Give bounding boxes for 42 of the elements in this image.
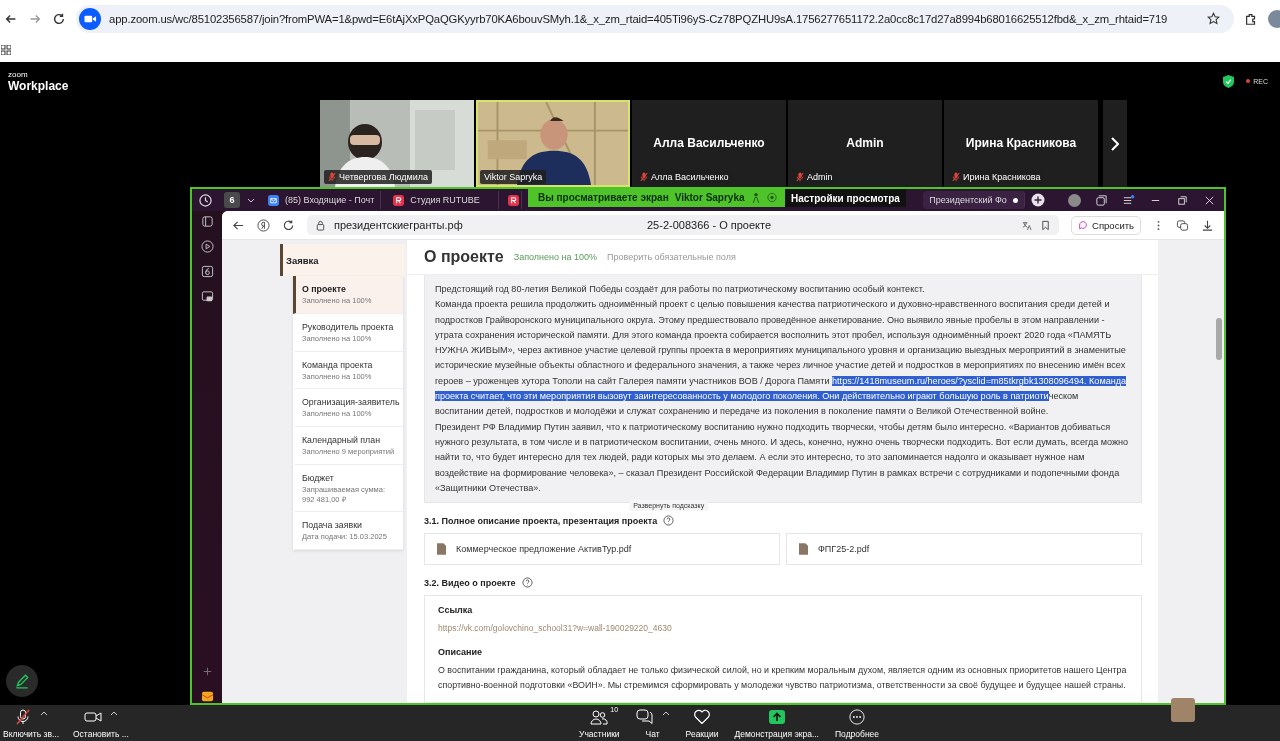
video-link[interactable]: https://vk.com/golovchino_school31?w=wall-190029220_4630 [438, 623, 1128, 634]
file-attachment[interactable]: ФПГ25-2.pdf [786, 533, 1142, 566]
name-tag: Четвергова Людмила [324, 170, 432, 184]
description-paragraph: Предстоящий год 80-летия Великой Победы создаёт для работы по патриотическому воспитанию особый контекст. [435, 283, 926, 296]
participant-tile[interactable]: Admin Admin [788, 100, 942, 187]
view-settings-button[interactable]: Настройки просмотра [785, 189, 906, 207]
share-button[interactable]: Демонстрация экра... [731, 707, 822, 739]
chat-button[interactable]: Чат [632, 707, 673, 739]
browser-tab[interactable]: Студия RUTUBE [387, 191, 500, 209]
field-label: Ссылка [438, 605, 474, 616]
browser-tab[interactable]: (85) Входящие - Почт [262, 191, 382, 209]
participant-name: Admin [846, 135, 884, 150]
file-attachment[interactable]: Коммерческое предложение АктивТур.pdf [424, 533, 780, 566]
section-title: 3.1. Полное описание проекта, презентация проекта [424, 515, 658, 526]
participant-tile[interactable]: Viktor Sapryka [476, 100, 630, 187]
page-title: 25-2-008366 - О проекте [647, 219, 773, 231]
stop-video-button[interactable]: Остановить ... [70, 707, 132, 739]
name-tag: Viktor Sapryka [480, 170, 547, 184]
address-bar[interactable]: app.zoom.us/wc/85102356587/join?fromPWA=1&pwd=E6tAjXxPQaQGKyyrb70KA6bouvSMyh.1&_x_zm_rtaid=405Ti96yS-Cz78PQZHU9sA.1756277651172.2a0cc8c17d27a8994b68016625512fbd&_x_zm_rhtaid=719 [76, 4, 1234, 33]
page-heading: О проекте [424, 248, 504, 266]
description-paragraph: Президент РФ Владимир Путин заявил, что к патриотическому воспитанию нужно подходить творчески, чтобы детям было интересно. «Вариантов добиваться нужного результата, в том числе и в патриотическом воспитании, очень много. И здесь, конечно, нужно очень творчески подходить. Вот если думать, всегда можно найти то, что будет интересно для тех людей, ради которых мы это делаем. А если это интересно, то это запоминается надолго и оказывает нужное нам воздействие на формирование человека», – сказал Президент Российской Федерации Владимир Путин в рамках встречи с сотрудниками и подопечными фонда «Защитники Отечества». [435, 420, 1129, 495]
fill-status: Заполнено на 100% [513, 252, 598, 262]
browser-tab[interactable]: Президентский Фо [923, 191, 1025, 209]
section-title: 3.2. Видео о проекте [424, 577, 516, 588]
more-button[interactable]: Подробнее [832, 707, 883, 739]
address-bar[interactable]: президентскиегранты.рф 25-2-008366 - О проекте [307, 215, 1060, 235]
video-description: О воспитании гражданина, который обладает не только физической силой, но и крепким моральным духом, является одним из основных приоритетов нашего Центра спортивно-военной подготовки «ВОИН». Мы стремимся сформировать у молодежи чувство патриотизма, ответственности за своё будущее и будущее нашей страны. [438, 664, 1128, 693]
participant-name: Ирина Красникова [965, 135, 1077, 150]
description-paragraph: Команда проекта решила продолжить одноимённый проект с целью повышения качества патриотического и духовно-нравственного воспитания среди детей и подростков Грайворонского муниципального округа. Этому предшествовало проведённое анкетирование. Оно выявило явные пробелы в этом направлении - утрата сохранения исторической памяти. Для этого команда проекта собирается восполнить этот пробел, используя одноимённый проект 2020 года «ПАМЯТЬ НУЖНА ЖИВЫМ», через активное участие целевой группы проекта в мероприятиях муниципального уровня и организацию выездных мероприятий в знаменитые исторические музейные объекты областного и федерального значения, а также через личное участие детей и подростков в мероприятиях по внесению имён всех героев – уроженцев хутора Тополи на сайт Галерея памяти участников ВОВ / Дорога Памяти https://1418museum.ru/heroes/?ysclid=m85tkrgbk1308096494. Команда проекта считает, что эти мероприятия вызовут заинтересованность у молодого поколения. Они действительно играют большую роль в патриотическом воспитании детей, подростков и молодёжи и служат сохранению и передаче из поколения в поколение памяти о Великой Отечественной войне. [435, 298, 1128, 419]
sharing-banner: Вы просматриваете экран Viktor Sapryka [528, 187, 785, 207]
nav-section-header[interactable]: Заявка [280, 244, 405, 276]
field-label: Описание [438, 647, 484, 658]
tab-count-button[interactable]: 6 [224, 192, 240, 208]
participant-tile[interactable]: Алла Васильченко Алла Васильченко [632, 100, 786, 187]
reactions-button[interactable]: Реакции [682, 707, 722, 739]
brand-label: zoom [8, 70, 29, 79]
participant-tile[interactable]: Ирина Красникова Ирина Красникова [944, 100, 1098, 187]
participant-name: Алла Васильченко [653, 135, 765, 150]
ask-button[interactable]: Спросить [1071, 215, 1141, 235]
participant-tile[interactable]: Четвергова Людмила [320, 100, 474, 187]
brand-name: Workplace [8, 79, 69, 92]
unmute-button[interactable]: Включить зв... [0, 707, 62, 739]
